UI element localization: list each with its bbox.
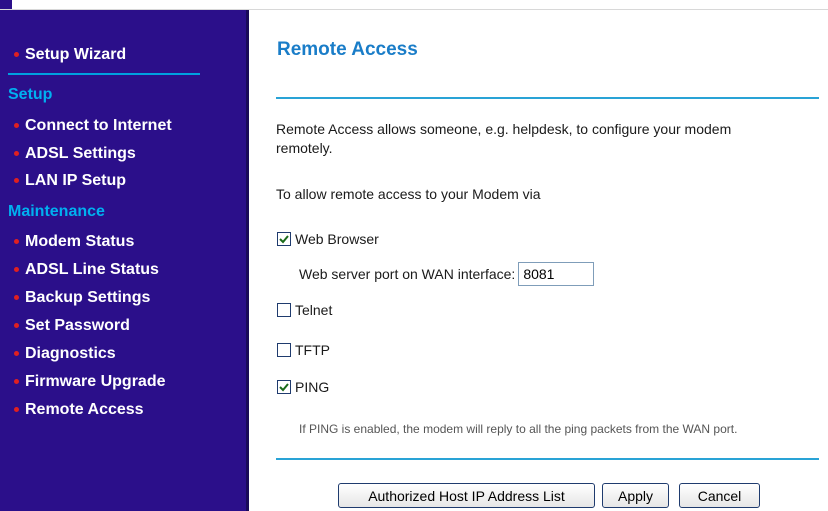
sidebar-item-label: Connect to Internet: [25, 117, 172, 134]
bullet-icon: [14, 295, 19, 300]
sidebar-item-label: Diagnostics: [25, 345, 116, 362]
web-server-port-input[interactable]: [518, 262, 595, 286]
main-content: Remote Access Remote Access allows someo…: [249, 10, 828, 511]
option-web-browser: Web Browser: [277, 231, 379, 247]
authorized-host-ip-list-button[interactable]: Authorized Host IP Address List: [338, 483, 595, 508]
ping-note: If PING is enabled, the modem will reply…: [299, 422, 738, 436]
sidebar-item-modem-status[interactable]: Modem Status: [14, 233, 135, 251]
sidebar-item-remote-access[interactable]: Remote Access: [14, 401, 144, 419]
bullet-icon: [14, 52, 19, 57]
sidebar-item-label: ADSL Settings: [25, 145, 136, 162]
port-label: Web server port on WAN interface:: [299, 266, 516, 282]
divider: [276, 97, 819, 99]
option-telnet: Telnet: [277, 302, 332, 318]
apply-button[interactable]: Apply: [602, 483, 669, 508]
bullet-icon: [14, 407, 19, 412]
allow-text: To allow remote access to your Modem via: [276, 186, 541, 202]
sidebar-item-connect-to-internet[interactable]: Connect to Internet: [14, 117, 172, 135]
bullet-icon: [14, 239, 19, 244]
bullet-icon: [14, 379, 19, 384]
bullet-icon: [14, 267, 19, 272]
sidebar-item-label: Backup Settings: [25, 289, 151, 306]
bullet-icon: [14, 351, 19, 356]
bullet-icon: [14, 151, 19, 156]
sidebar-item-label: Modem Status: [25, 233, 135, 250]
sidebar-item-label: Firmware Upgrade: [25, 373, 166, 390]
telnet-checkbox[interactable]: [277, 303, 291, 317]
section-title-setup: Setup: [8, 86, 53, 103]
sidebar-item-adsl-settings[interactable]: ADSL Settings: [14, 145, 136, 163]
bullet-icon: [14, 178, 19, 183]
tftp-checkbox[interactable]: [277, 343, 291, 357]
ping-checkbox[interactable]: [277, 380, 291, 394]
checkmark-icon: [279, 383, 289, 392]
web-browser-label: Web Browser: [295, 231, 379, 247]
tftp-label: TFTP: [295, 342, 330, 358]
sidebar-item-firmware-upgrade[interactable]: Firmware Upgrade: [14, 373, 166, 391]
sidebar-item-label: Set Password: [25, 317, 130, 334]
option-ping: PING: [277, 379, 329, 395]
bullet-icon: [14, 323, 19, 328]
option-tftp: TFTP: [277, 342, 330, 358]
sidebar: Setup Wizard Setup Connect to Internet A…: [0, 10, 249, 511]
sidebar-item-setup-wizard[interactable]: Setup Wizard: [14, 46, 127, 64]
sidebar-item-set-password[interactable]: Set Password: [14, 317, 130, 335]
cancel-button[interactable]: Cancel: [679, 483, 760, 508]
sidebar-item-lan-ip-setup[interactable]: LAN IP Setup: [14, 172, 127, 190]
description-text: Remote Access allows someone, e.g. helpd…: [276, 121, 732, 156]
section-title-maintenance: Maintenance: [8, 203, 105, 220]
page-title: Remote Access: [277, 39, 418, 60]
sidebar-item-label: ADSL Line Status: [25, 261, 159, 278]
top-border: [0, 0, 828, 10]
port-row: Web server port on WAN interface:: [299, 262, 595, 286]
divider: [8, 73, 200, 75]
divider: [276, 458, 819, 460]
checkmark-icon: [279, 235, 289, 244]
ping-label: PING: [295, 379, 330, 395]
sidebar-item-backup-settings[interactable]: Backup Settings: [14, 289, 151, 307]
sidebar-item-label: Remote Access: [25, 401, 144, 418]
sidebar-item-label: Setup Wizard: [25, 46, 127, 63]
bullet-icon: [14, 123, 19, 128]
sidebar-item-adsl-line-status[interactable]: ADSL Line Status: [14, 261, 159, 279]
sidebar-item-label: LAN IP Setup: [25, 172, 127, 189]
web-browser-checkbox[interactable]: [277, 232, 291, 246]
sidebar-item-diagnostics[interactable]: Diagnostics: [14, 345, 116, 363]
telnet-label: Telnet: [295, 302, 333, 318]
